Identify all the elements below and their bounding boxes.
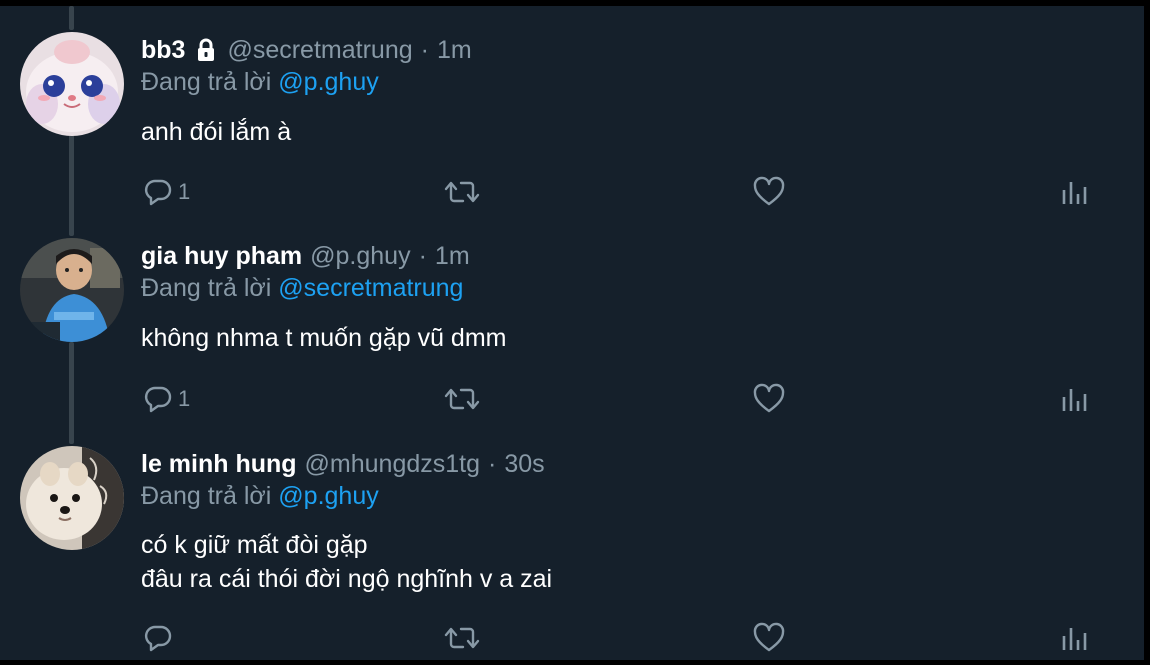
reply-button[interactable]: 1 xyxy=(142,379,190,419)
replying-to: Đang trả lời @p.ghuy xyxy=(141,482,379,511)
reply-icon xyxy=(142,176,174,208)
tweet-text-line: không nhma t muốn gặp vũ dmm xyxy=(141,324,507,352)
analytics-button[interactable] xyxy=(1060,618,1090,658)
avatar[interactable] xyxy=(20,32,124,136)
display-name[interactable]: bb3 xyxy=(141,36,185,65)
display-name[interactable]: le minh hung xyxy=(141,450,297,479)
replying-to: Đang trả lời @secretmatrung xyxy=(141,274,463,303)
mention-link[interactable]: @secretmatrung xyxy=(278,274,463,302)
user-handle[interactable]: @p.ghuy xyxy=(310,242,410,271)
retweet-icon xyxy=(442,176,482,208)
user-handle[interactable]: @mhungdzs1tg xyxy=(305,450,480,479)
retweet-button[interactable] xyxy=(442,379,482,419)
separator: · xyxy=(420,35,429,64)
replying-to: Đang trả lời @p.ghuy xyxy=(141,68,379,97)
analytics-icon xyxy=(1060,176,1090,208)
mention-link[interactable]: @p.ghuy xyxy=(278,68,378,96)
reply-icon xyxy=(142,383,174,415)
analytics-button[interactable] xyxy=(1060,172,1090,212)
tweet-header: gia huy pham @p.ghuy · 1m xyxy=(141,238,470,274)
thread-line xyxy=(69,6,74,30)
avatar[interactable] xyxy=(20,446,124,550)
reply-count: 1 xyxy=(178,179,191,204)
reply-button[interactable]: 1 xyxy=(142,172,190,212)
reply-button[interactable] xyxy=(142,618,178,658)
reply-tweet[interactable]: gia huy pham @p.ghuy · 1m Đang trả lời @… xyxy=(0,238,1144,438)
timestamp[interactable]: 1m xyxy=(435,242,470,271)
like-button[interactable] xyxy=(752,172,786,212)
heart-icon xyxy=(752,383,786,415)
tweet-text-line: đâu ra cái thói đời ngộ nghĩnh v a zai xyxy=(141,565,553,593)
tweet-header: le minh hung @mhungdzs1tg · 30s xyxy=(141,446,545,482)
separator: · xyxy=(488,449,497,478)
replying-to-label: Đang trả lời xyxy=(141,68,272,96)
like-button[interactable] xyxy=(752,618,786,658)
avatar[interactable] xyxy=(20,238,124,342)
replying-to-label: Đang trả lời xyxy=(141,274,272,302)
analytics-icon xyxy=(1060,383,1090,415)
lock-icon xyxy=(193,37,219,63)
action-bar: 1 xyxy=(0,172,1144,212)
tweet-header: bb3 @secretmatrung · 1m xyxy=(141,32,472,68)
user-handle[interactable]: @secretmatrung xyxy=(227,36,412,65)
reply-count: 1 xyxy=(178,386,191,411)
analytics-button[interactable] xyxy=(1060,379,1090,419)
retweet-icon xyxy=(442,622,482,654)
timestamp[interactable]: 30s xyxy=(504,450,544,479)
reply-tweet[interactable]: le minh hung @mhungdzs1tg · 30s Đang trả… xyxy=(0,446,1144,660)
display-name[interactable]: gia huy pham xyxy=(141,242,302,271)
heart-icon xyxy=(752,622,786,654)
reply-thread: bb3 @secretmatrung · 1m Đang trả lời @p.… xyxy=(0,6,1144,660)
tweet-text-line: có k giữ mất đòi gặp xyxy=(141,531,368,559)
analytics-icon xyxy=(1060,622,1090,654)
mention-link[interactable]: @p.ghuy xyxy=(278,482,378,510)
replying-to-label: Đang trả lời xyxy=(141,482,272,510)
tweet-text: anh đói lắm à xyxy=(141,115,291,149)
reply-icon xyxy=(142,622,174,654)
action-bar xyxy=(0,618,1144,658)
action-bar: 1 xyxy=(0,379,1144,419)
like-button[interactable] xyxy=(752,379,786,419)
tweet-text: không nhma t muốn gặp vũ dmm xyxy=(141,321,506,355)
separator: · xyxy=(418,241,427,270)
tweet-text-line: anh đói lắm à xyxy=(141,118,292,146)
retweet-button[interactable] xyxy=(442,172,482,212)
tweet-text: có k giữ mất đòi gặp đâu ra cái thói đời… xyxy=(141,528,552,596)
timestamp[interactable]: 1m xyxy=(437,36,472,65)
retweet-button[interactable] xyxy=(442,618,482,658)
reply-tweet[interactable]: bb3 @secretmatrung · 1m Đang trả lời @p.… xyxy=(0,32,1144,232)
retweet-icon xyxy=(442,383,482,415)
heart-icon xyxy=(752,176,786,208)
